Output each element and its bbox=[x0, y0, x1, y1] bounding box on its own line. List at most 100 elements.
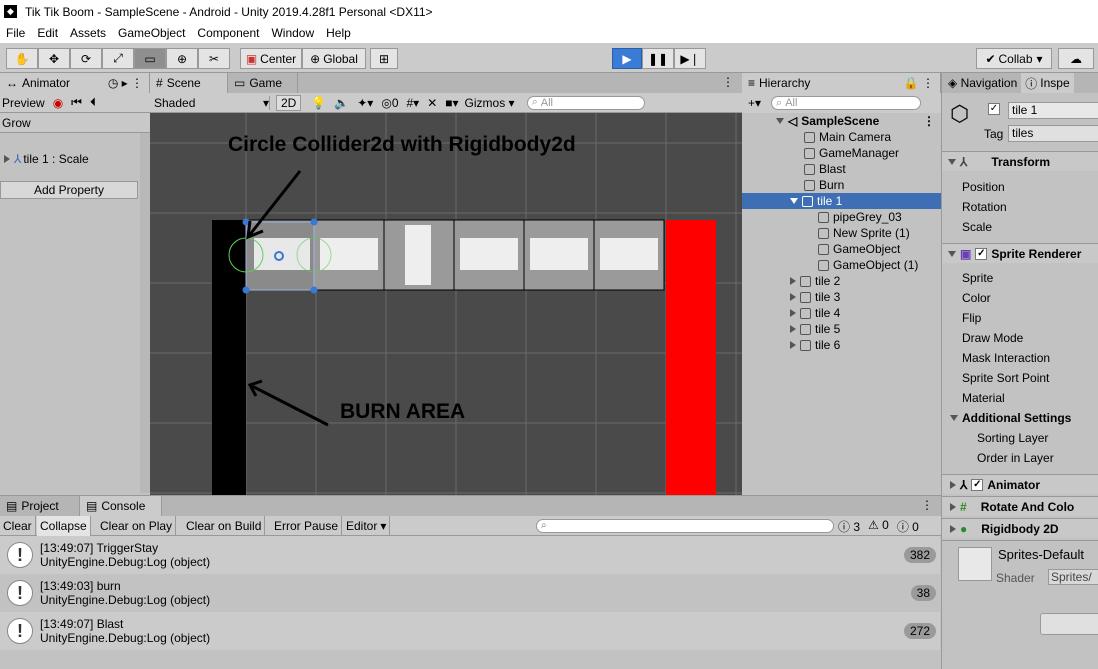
gizmos-dropdown[interactable]: Gizmos ▾ bbox=[465, 96, 515, 110]
info-icon: ! bbox=[7, 580, 33, 606]
tab-scene[interactable]: # Scene bbox=[150, 73, 228, 93]
visibility-icon[interactable]: ◎ bbox=[381, 96, 391, 110]
warning-count-toggle[interactable]: ⚠ 0 bbox=[868, 518, 889, 535]
shading-dropdown[interactable]: Shaded ▾ bbox=[150, 95, 270, 110]
transform-header[interactable]: ⅄ Transform bbox=[942, 151, 1098, 171]
hierarchy-item-tile-4[interactable]: tile 4 bbox=[742, 305, 840, 321]
step-button[interactable]: ▶❘ bbox=[674, 48, 706, 69]
preview-button[interactable]: Preview bbox=[0, 96, 45, 110]
field-order-in-layer: Order in Layer bbox=[977, 451, 1054, 465]
create-add-icon[interactable]: +▾ bbox=[742, 96, 761, 110]
tab-animator[interactable]: ↔ Animator ◷ ▸ ⋮ bbox=[0, 73, 150, 93]
tab-hierarchy[interactable]: ≡ Hierarchy 🔒 ⋮ bbox=[742, 73, 941, 93]
log-entry[interactable]: ! [13:49:07] TriggerStay UnityEngine.Debu… bbox=[0, 536, 940, 574]
hierarchy-item-gameobject[interactable]: GameObject bbox=[742, 241, 900, 257]
tag-dropdown[interactable]: tiles bbox=[1008, 125, 1098, 142]
hierarchy-item-gamemanager[interactable]: GameManager bbox=[742, 145, 899, 161]
first-key-icon[interactable]: ⏮ bbox=[71, 95, 82, 110]
tab-game[interactable]: ▭ Game bbox=[228, 73, 298, 93]
additional-settings-foldout[interactable]: Additional Settings bbox=[942, 410, 1071, 426]
error-count-toggle[interactable]: ⓘ 0 bbox=[897, 518, 919, 535]
hierarchy-item-tile-1[interactable]: tile 1 bbox=[742, 193, 941, 209]
tab-console[interactable]: ▤ Console bbox=[80, 496, 162, 516]
add-component-button[interactable] bbox=[1040, 613, 1098, 635]
pivot-center-button[interactable]: ▣ Center bbox=[240, 48, 302, 69]
tab-project[interactable]: ▤ Project bbox=[0, 496, 80, 516]
tab-navigation[interactable]: ◈ Navigation bbox=[942, 76, 1021, 90]
clear-button[interactable]: Clear bbox=[0, 516, 36, 536]
gameobject-name-field[interactable]: tile 1 bbox=[1008, 102, 1098, 119]
collapse-button[interactable]: Collapse bbox=[37, 516, 91, 536]
log-entry[interactable]: ! [13:49:07] Blast UnityEngine.Debug:Log … bbox=[0, 612, 940, 650]
pause-button[interactable]: ❚❚ bbox=[642, 48, 674, 69]
hierarchy-search-input[interactable]: ⌕ All bbox=[771, 96, 922, 110]
transform-tool-icon[interactable]: ⊕ bbox=[166, 48, 198, 69]
clear-on-build-button[interactable]: Clear on Build bbox=[183, 516, 266, 536]
hierarchy-item-tile-5[interactable]: tile 5 bbox=[742, 321, 840, 337]
move-tool-icon[interactable]: ✥ bbox=[38, 48, 70, 69]
menu-gameobject[interactable]: GameObject bbox=[112, 26, 191, 40]
shader-dropdown[interactable]: Sprites/ bbox=[1048, 569, 1098, 585]
console-search-input[interactable]: ⌕ bbox=[536, 519, 834, 533]
hierarchy-item-gameobject-1[interactable]: GameObject (1) bbox=[742, 257, 918, 273]
pivot-global-button[interactable]: ⊕ Global bbox=[302, 48, 366, 69]
hand-tool-icon[interactable]: ✋ bbox=[6, 48, 38, 69]
hierarchy-item-main-camera[interactable]: Main Camera bbox=[742, 129, 891, 145]
2d-toggle[interactable]: 2D bbox=[276, 94, 302, 111]
clear-on-play-button[interactable]: Clear on Play bbox=[97, 516, 177, 536]
add-property-button[interactable]: Add Property bbox=[0, 181, 138, 199]
rotate-script-header[interactable]: # Rotate And Colo bbox=[942, 496, 1098, 516]
collab-button[interactable]: ✔ Collab ▾ bbox=[976, 48, 1052, 69]
effects-icon[interactable]: ✦▾ bbox=[357, 96, 373, 110]
snap-icon[interactable]: ⊞ bbox=[370, 48, 398, 69]
hierarchy-item-pipegrey[interactable]: pipeGrey_03 bbox=[742, 209, 902, 225]
scene-canvas[interactable] bbox=[150, 113, 742, 495]
field-position: Position bbox=[962, 180, 1005, 194]
custom-tool-icon[interactable]: ✂ bbox=[198, 48, 230, 69]
hierarchy-item-blast[interactable]: Blast bbox=[742, 161, 846, 177]
menu-assets[interactable]: Assets bbox=[64, 26, 112, 40]
scene-search-input[interactable]: ⌕ All bbox=[526, 95, 645, 110]
hierarchy-item-burn[interactable]: Burn bbox=[742, 177, 844, 193]
rotate-tool-icon[interactable]: ⟳ bbox=[70, 48, 102, 69]
light-icon[interactable]: 💡 bbox=[311, 96, 326, 110]
field-sorting-layer: Sorting Layer bbox=[977, 431, 1049, 445]
animator-component-header[interactable]: ⅄ ✓ Animator bbox=[942, 474, 1098, 494]
grid-icon[interactable]: #▾ bbox=[407, 96, 420, 110]
log-count-toggle[interactable]: ⓘ 3 bbox=[838, 518, 860, 535]
unity-logo-icon: ◆ bbox=[4, 5, 17, 18]
log-entry[interactable]: ! [13:49:03] burn UnityEngine.Debug:Log (… bbox=[0, 574, 940, 612]
menu-edit[interactable]: Edit bbox=[31, 26, 64, 40]
animated-property-row[interactable]: ⅄ tile 1 : Scale bbox=[0, 151, 140, 167]
error-pause-button[interactable]: Error Pause bbox=[271, 516, 343, 536]
play-button[interactable]: ▶ bbox=[612, 48, 642, 69]
menu-help[interactable]: Help bbox=[320, 26, 357, 40]
hierarchy-item-tile-3[interactable]: tile 3 bbox=[742, 289, 840, 305]
editor-dropdown[interactable]: Editor ▾ bbox=[343, 516, 391, 536]
animator-scrollbar[interactable] bbox=[140, 133, 150, 493]
scene-menu-icon[interactable]: ⋮ bbox=[722, 75, 734, 89]
menu-window[interactable]: Window bbox=[265, 26, 320, 40]
tools-icon[interactable]: ✕ bbox=[427, 96, 437, 110]
record-icon[interactable]: ◉ bbox=[53, 96, 63, 110]
expand-icon[interactable] bbox=[4, 155, 10, 163]
tab-inspector[interactable]: ⓘ Inspe bbox=[1021, 73, 1074, 93]
menu-file[interactable]: File bbox=[0, 26, 31, 40]
clip-selector[interactable]: Grow bbox=[0, 113, 150, 133]
prev-key-icon[interactable]: ⏴ bbox=[90, 95, 96, 110]
sprite-renderer-header[interactable]: ▣ ✓ Sprite Renderer bbox=[942, 243, 1098, 263]
scene-root[interactable]: ◁ SampleScene ⋮ bbox=[742, 113, 941, 129]
scale-tool-icon[interactable]: ⤢ bbox=[102, 48, 134, 69]
field-flip: Flip bbox=[962, 311, 982, 325]
menu-component[interactable]: Component bbox=[191, 26, 265, 40]
hierarchy-item-new-sprite[interactable]: New Sprite (1) bbox=[742, 225, 910, 241]
hierarchy-item-tile-6[interactable]: tile 6 bbox=[742, 337, 840, 353]
active-checkbox[interactable]: ✓ bbox=[988, 103, 1004, 115]
rect-tool-icon[interactable]: ▭ bbox=[134, 48, 166, 69]
hierarchy-item-tile-2[interactable]: tile 2 bbox=[742, 273, 840, 289]
audio-icon[interactable]: 🔈 bbox=[334, 96, 349, 110]
camera-icon[interactable]: ■▾ bbox=[445, 96, 458, 110]
rigidbody2d-header[interactable]: ● Rigidbody 2D bbox=[942, 518, 1098, 538]
cloud-icon[interactable]: ☁ bbox=[1058, 48, 1094, 69]
console-menu-icon[interactable]: ⋮ bbox=[921, 498, 933, 512]
